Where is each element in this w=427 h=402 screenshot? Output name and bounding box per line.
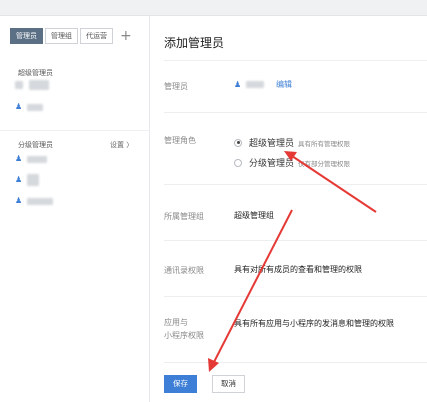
role-desc: 具有所有管理权限 bbox=[298, 139, 351, 148]
blurred-name bbox=[27, 103, 43, 111]
role-name: 分级管理员 bbox=[249, 159, 295, 169]
sub-admin-group-title: 分级管理员 bbox=[18, 141, 53, 149]
sidebar-tabs: 管理员 管理组 代运营 + bbox=[10, 28, 132, 44]
group-label: 所属管理组 bbox=[164, 212, 204, 221]
blurred-name bbox=[29, 80, 49, 90]
contacts-label: 通讯录权限 bbox=[164, 266, 204, 275]
contacts-value: 具有对所有成员的查看和管理的权限 bbox=[234, 265, 362, 274]
avatar bbox=[15, 81, 23, 89]
person-icon: ♟ bbox=[234, 79, 242, 89]
group-value: 超级管理组 bbox=[234, 211, 274, 220]
role-label: 管理角色 bbox=[164, 136, 196, 145]
blurred-name bbox=[246, 81, 264, 88]
role-desc: 仅有部分管理权限 bbox=[298, 159, 351, 168]
blurred-name bbox=[27, 197, 53, 205]
divider bbox=[164, 362, 427, 363]
tab-operators[interactable]: 代运营 bbox=[80, 28, 113, 44]
list-item[interactable]: ♟ bbox=[15, 154, 47, 164]
add-icon[interactable]: + bbox=[120, 28, 132, 44]
admin-label: 管理员 bbox=[164, 82, 188, 91]
divider bbox=[164, 296, 427, 297]
divider bbox=[164, 240, 427, 241]
role-name: 超级管理员 bbox=[249, 139, 295, 149]
main-panel: 添加管理员 管理员 ♟ 编辑 管理角色 超级管理员 具有所有管理权限 分级管理员… bbox=[150, 16, 427, 402]
person-icon: ♟ bbox=[15, 154, 23, 163]
admin-value: ♟ 编辑 bbox=[234, 79, 292, 90]
person-icon: ♟ bbox=[15, 196, 23, 205]
divider bbox=[0, 130, 150, 131]
top-bar bbox=[0, 0, 427, 16]
save-button[interactable]: 保存 bbox=[164, 375, 197, 393]
cancel-button[interactable]: 取消 bbox=[212, 375, 245, 393]
person-icon: ♟ bbox=[15, 175, 23, 184]
person-icon: ♟ bbox=[15, 102, 23, 111]
edit-link[interactable]: 编辑 bbox=[276, 79, 292, 90]
list-item[interactable]: ♟ bbox=[15, 174, 39, 186]
apps-value: 具有所有应用与小程序的发消息和管理的权限 bbox=[234, 319, 394, 328]
page-title: 添加管理员 bbox=[164, 36, 225, 50]
super-admin-group-title: 超级管理员 bbox=[18, 69, 53, 77]
apps-label-line2: 小程序权限 bbox=[164, 331, 204, 340]
role-option-super-admin[interactable]: 超级管理员 具有所有管理权限 bbox=[234, 136, 350, 149]
divider bbox=[164, 184, 427, 185]
divider bbox=[164, 60, 427, 61]
list-item[interactable]: ♟ bbox=[15, 102, 43, 112]
sidebar: 管理员 管理组 代运营 + 超级管理员 ♟ 分级管理员 设置 〉 ♟ ♟ ♟ bbox=[0, 16, 150, 402]
radio-checked-icon[interactable] bbox=[234, 138, 242, 147]
tab-admins[interactable]: 管理员 bbox=[10, 28, 43, 44]
role-option-sub-admin[interactable]: 分级管理员 仅有部分管理权限 bbox=[234, 156, 350, 169]
blurred-name bbox=[27, 174, 39, 186]
tab-admin-groups[interactable]: 管理组 bbox=[45, 28, 78, 44]
list-item[interactable]: ♟ bbox=[15, 196, 53, 206]
divider bbox=[164, 112, 427, 113]
settings-link[interactable]: 设置 〉 bbox=[110, 140, 133, 150]
super-admin-avatar[interactable] bbox=[15, 80, 49, 90]
radio-unchecked-icon[interactable] bbox=[234, 158, 242, 167]
blurred-name bbox=[27, 155, 47, 163]
apps-label-line1: 应用与 bbox=[164, 318, 188, 327]
